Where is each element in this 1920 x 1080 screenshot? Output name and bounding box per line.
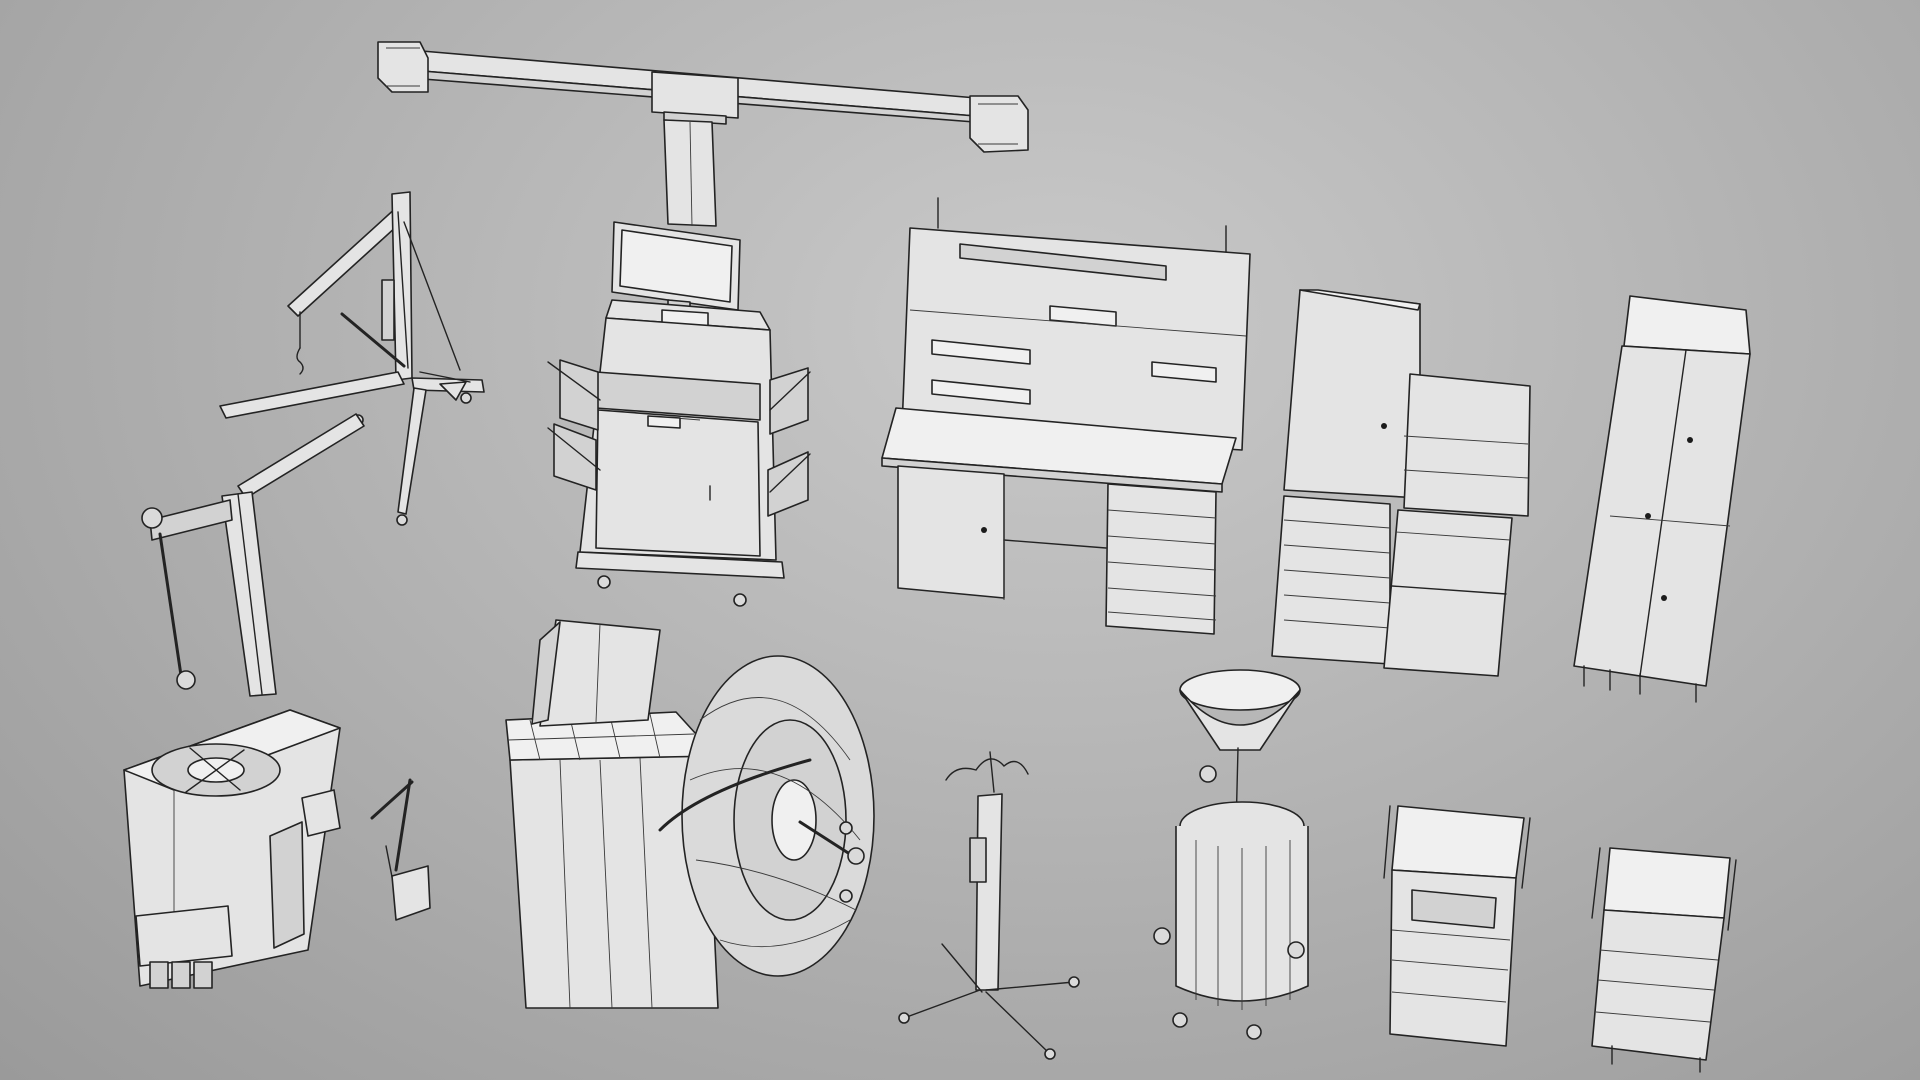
- tire-changer-machine[interactable]: [123, 413, 431, 989]
- tall-wardrobe-cabinet[interactable]: [1573, 295, 1751, 703]
- oil-drain-tank[interactable]: [1153, 669, 1309, 1040]
- transmission-jack-stand[interactable]: [898, 751, 1080, 1060]
- 3d-viewport[interactable]: [0, 0, 1920, 1080]
- tool-cart-right[interactable]: [1591, 847, 1737, 1073]
- tool-cabinet-pair[interactable]: [1271, 289, 1531, 677]
- wheel-balancer-machine[interactable]: [505, 619, 875, 1009]
- scene-canvas: [123, 41, 1751, 1073]
- tool-cart-left[interactable]: [1383, 805, 1531, 1047]
- workbench-with-drawers[interactable]: [881, 197, 1251, 635]
